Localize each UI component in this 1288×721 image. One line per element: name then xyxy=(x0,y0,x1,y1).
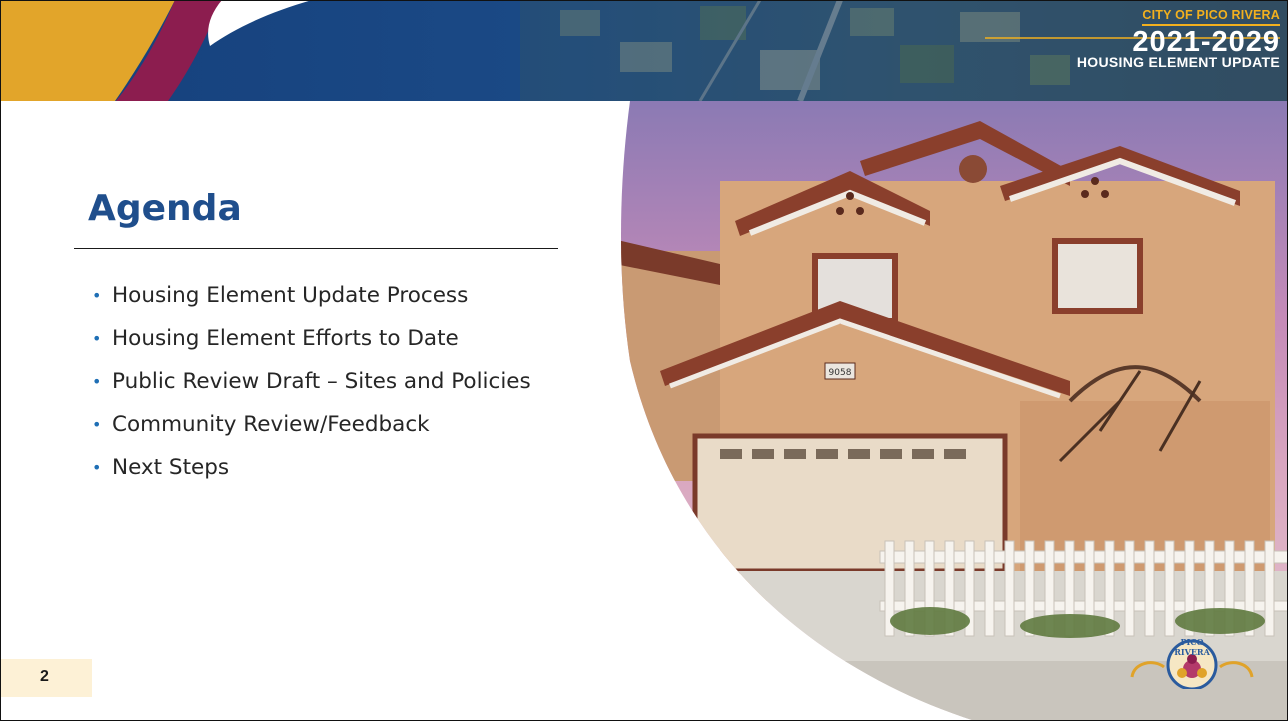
pico-rivera-logo: PICO RIVERA xyxy=(1124,637,1260,691)
house-photo: 9058 xyxy=(600,101,1288,721)
house-number: 9058 xyxy=(829,368,852,378)
agenda-item: • Community Review/Feedback xyxy=(92,412,430,437)
header-years: 2021-2029 xyxy=(1132,26,1280,58)
bullet-icon: • xyxy=(92,286,102,305)
agenda-item: • Housing Element Efforts to Date xyxy=(92,326,459,351)
agenda-list: • Housing Element Update Process • Housing… xyxy=(92,282,562,497)
agenda-item: • Next Steps xyxy=(92,455,230,480)
title-divider xyxy=(74,248,558,249)
bullet-icon: • xyxy=(92,372,102,391)
page-number: 2 xyxy=(40,668,49,685)
header-subtitle: HOUSING ELEMENT UPDATE xyxy=(1076,54,1280,70)
bullet-icon: • xyxy=(92,458,102,477)
header-city-label: CITY OF PICO RIVERA xyxy=(1142,8,1280,26)
agenda-item: • Public Review Draft – Sites and Policie… xyxy=(92,369,531,394)
slide-title: Agenda xyxy=(88,188,242,229)
header-title-block: CITY OF PICO RIVERA 2021-2029 HOUSING EL… xyxy=(1077,6,1280,70)
agenda-item: • Housing Element Update Process xyxy=(92,283,469,308)
slide: CITY OF PICO RIVERA 2021-2029 HOUSING EL… xyxy=(0,0,1288,721)
bullet-icon: • xyxy=(92,415,102,434)
page-number-box: 2 xyxy=(0,659,92,697)
house-photo-graphic: 9058 xyxy=(621,101,1288,721)
logo-text: PICO RIVERA xyxy=(1174,637,1210,657)
bullet-icon: • xyxy=(92,329,102,348)
